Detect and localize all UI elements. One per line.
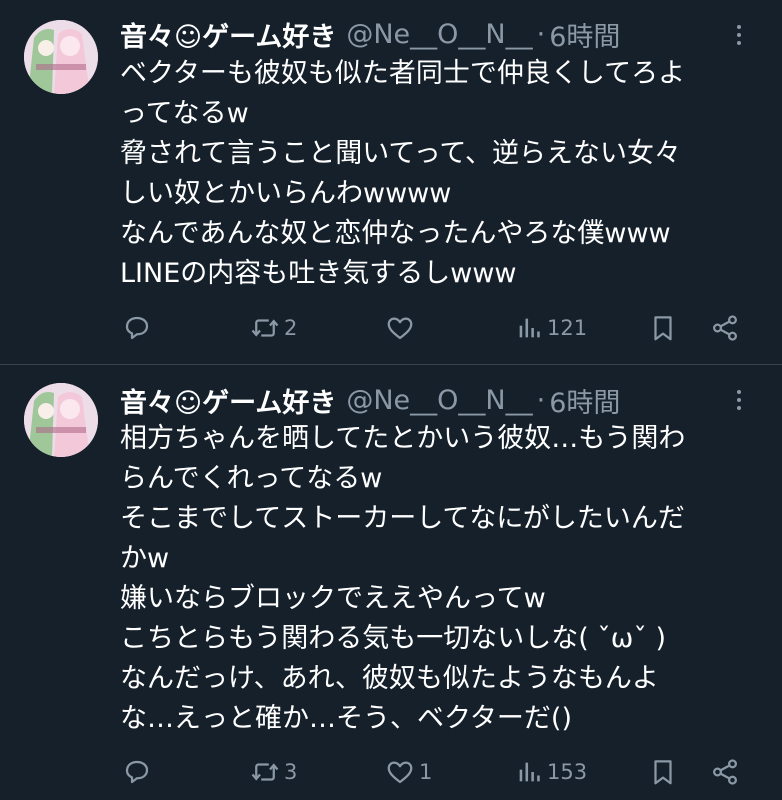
timestamp[interactable]: 6時間 (549, 381, 620, 420)
heart-icon (387, 317, 413, 340)
bookmark-icon (654, 316, 672, 341)
dot (737, 390, 741, 394)
tweet[interactable]: 音々☺ゲーム好き @Ne__O__N__ · 6時間 相方ちゃんを晒してたとかい… (0, 365, 782, 800)
share-button[interactable] (710, 308, 740, 348)
views-chart-icon (519, 762, 540, 782)
separator: · (536, 384, 546, 416)
avatar-image (24, 20, 98, 94)
views-chart-icon (519, 318, 540, 338)
retweet-count: 2 (284, 316, 298, 340)
action-bar: 3 1 153 (0, 752, 782, 792)
tweet-text-line: そこまでしてストーカーしてなにがしたいんだ (120, 503, 685, 534)
more-options-icon[interactable] (724, 385, 754, 415)
tweet-text-line: なんであんな奴と恋仲なったんやろな僕www (120, 218, 671, 249)
views-button[interactable]: 121 (515, 308, 587, 348)
views-count: 121 (547, 316, 588, 340)
tweet-text-line: 嫌いならブロックでええやんってw (120, 583, 546, 614)
tweet[interactable]: 音々☺ゲーム好き @Ne__O__N__ · 6時間 ベクターも彼奴も似た者同士… (0, 0, 782, 365)
tweet-text-line: 脅されて言うこと聞いてって、逆らえない女々 (120, 138, 682, 169)
tweet-text-line: こちとらもう関わる気も一切ないしな( ˇωˇ ) (120, 623, 667, 654)
dot (737, 398, 741, 402)
action-bar: 2 121 (0, 308, 782, 348)
dot (737, 41, 741, 45)
tweet-text-line: 相方ちゃんを晒してたとかいう彼奴…もう関わ (120, 423, 686, 454)
tweet-header: 音々☺ゲーム好き @Ne__O__N__ · 6時間 (120, 15, 620, 54)
retweet-button[interactable]: 2 (250, 308, 297, 348)
separator: · (536, 18, 546, 50)
timestamp[interactable]: 6時間 (549, 15, 620, 54)
bookmark-button[interactable] (648, 308, 678, 348)
heart-icon (387, 761, 413, 784)
more-options-icon[interactable] (724, 20, 754, 50)
reply-icon (125, 760, 149, 784)
like-button[interactable]: 1 (385, 752, 432, 792)
reply-icon (125, 316, 149, 340)
share-icon (712, 315, 738, 341)
share-icon (712, 759, 738, 785)
dot (737, 33, 741, 37)
like-count: 1 (419, 760, 433, 784)
handle[interactable]: @Ne__O__N__ (346, 19, 532, 50)
tweet-text-line: LINEの内容も吐き気するしwww (120, 258, 517, 289)
reply-button[interactable] (122, 308, 156, 348)
tweet-text-line: かw (120, 543, 170, 574)
tweet-text-line: ってなるw (120, 98, 249, 129)
retweet-button[interactable]: 3 (250, 752, 297, 792)
handle[interactable]: @Ne__O__N__ (346, 385, 532, 416)
tweet-text: 相方ちゃんを晒してたとかいう彼奴…もう関わ らんでくれってなるw そこまでしてス… (120, 419, 760, 739)
bookmark-icon (654, 760, 672, 785)
share-button[interactable] (710, 752, 740, 792)
views-button[interactable]: 153 (515, 752, 587, 792)
tweet-text-line: なんだっけ、あれ、彼奴も似たようなもんよ (120, 663, 659, 694)
retweet-count: 3 (284, 760, 298, 784)
views-count: 153 (547, 760, 588, 784)
dot (737, 406, 741, 410)
tweet-text-line: らんでくれってなるw (120, 463, 383, 494)
retweet-icon (251, 763, 279, 781)
tweet-text: ベクターも彼奴も似た者同士で仲良くしてろよ ってなるw 脅されて言うこと聞いてっ… (120, 54, 760, 294)
display-name[interactable]: 音々☺ゲーム好き (120, 381, 336, 420)
avatar[interactable] (24, 383, 98, 457)
avatar[interactable] (24, 20, 98, 94)
tweet-text-line: な…えっと確か…そう、ベクターだ() (120, 703, 572, 734)
dot (737, 25, 741, 29)
tweet-text-line: ベクターも彼奴も似た者同士で仲良くしてろよ (120, 58, 686, 89)
avatar-image (24, 383, 98, 457)
display-name[interactable]: 音々☺ゲーム好き (120, 15, 336, 54)
retweet-icon (251, 319, 279, 337)
reply-button[interactable] (122, 752, 156, 792)
like-button[interactable] (385, 308, 419, 348)
tweet-header: 音々☺ゲーム好き @Ne__O__N__ · 6時間 (120, 381, 620, 420)
tweet-text-line: しい奴とかいらんわwwww (120, 178, 452, 209)
bookmark-button[interactable] (648, 752, 678, 792)
